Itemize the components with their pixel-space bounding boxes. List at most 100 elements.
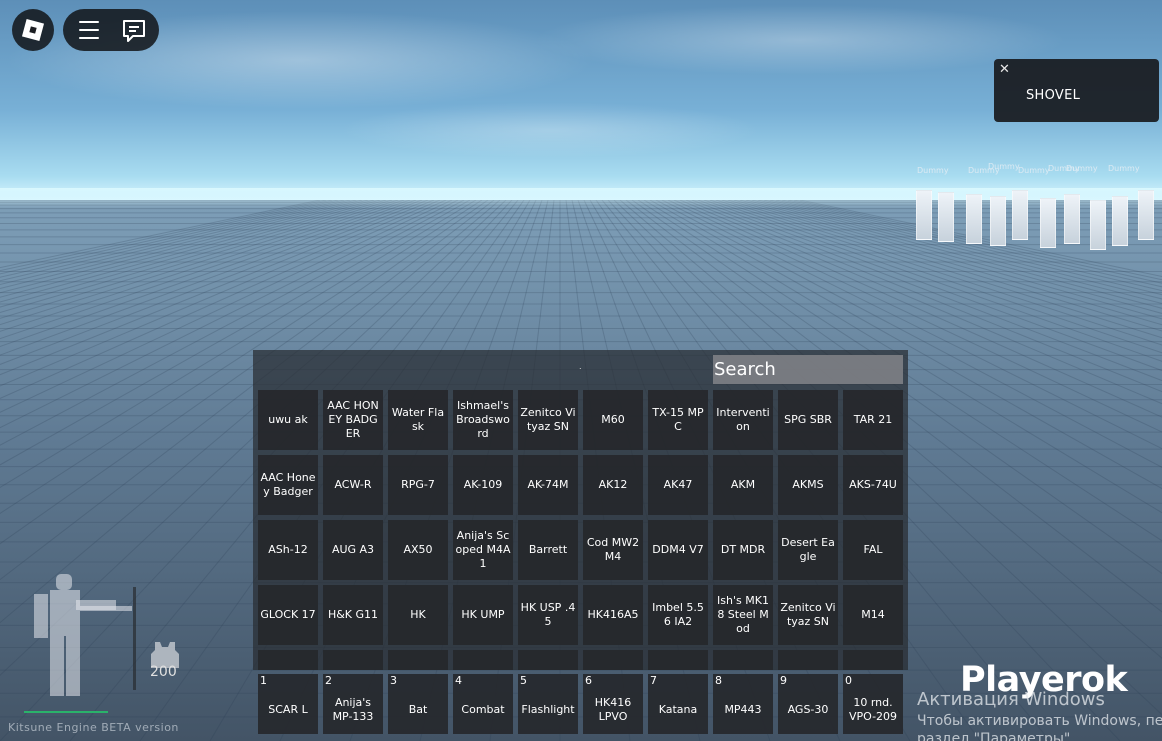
health-bar <box>133 587 136 690</box>
inventory-item[interactable]: HK <box>388 585 448 645</box>
inventory-item[interactable]: Cod MW2 M4 <box>583 520 643 580</box>
inventory-item[interactable]: AKS-74U <box>843 455 903 515</box>
inventory-item[interactable]: H&K G11 <box>323 585 383 645</box>
horizon-glow <box>0 188 1162 208</box>
dummy-name-label: Dummy <box>1066 164 1098 173</box>
inventory-item[interactable]: TX-15 MPC <box>648 390 708 450</box>
inventory-item[interactable]: Water Flask <box>388 390 448 450</box>
roblox-top-bar <box>63 9 159 51</box>
dummy-npc <box>990 196 1006 246</box>
dummy-name-label: Dummy <box>1018 166 1050 175</box>
inventory-item[interactable]: M60 <box>583 390 643 450</box>
hotbar-slot[interactable]: 7 Katana <box>648 674 708 734</box>
hotbar-slot[interactable]: 6 HK416 LPVO <box>583 674 643 734</box>
hotbar-slot[interactable]: 8 MP443 <box>713 674 773 734</box>
hotbar-slot-label: AGS-30 <box>787 703 829 716</box>
inventory-item[interactable]: AUG A3 <box>323 520 383 580</box>
inventory-item[interactable]: M14 <box>843 585 903 645</box>
dummy-npc <box>916 190 932 240</box>
inventory-item[interactable]: AAC HONEY BADGER <box>323 390 383 450</box>
inventory-item[interactable]: HK UMP <box>453 585 513 645</box>
armor-value: 200 <box>150 664 177 680</box>
inventory-panel: . Search uwu ak AAC HONEY BADGER Water Fla… <box>253 350 908 670</box>
hotbar-slot[interactable]: 0 10 rnd. VPO-209 <box>843 674 903 734</box>
inventory-item[interactable]: AK-109 <box>453 455 513 515</box>
item-notification: ✕ SHOVEL <box>994 59 1159 122</box>
inventory-item[interactable]: AX50 <box>388 520 448 580</box>
inventory-item-empty[interactable] <box>713 650 773 670</box>
hotbar-slot-key: 3 <box>390 674 397 687</box>
dummy-npc <box>1090 200 1106 250</box>
inventory-item-empty[interactable] <box>258 650 318 670</box>
hamburger-menu-icon[interactable] <box>79 21 99 39</box>
hotbar-slot[interactable]: 9 AGS-30 <box>778 674 838 734</box>
hotbar-slot-key: 4 <box>455 674 462 687</box>
hotbar-slot[interactable]: 4 Combat <box>453 674 513 734</box>
inventory-item[interactable]: HK416A5 <box>583 585 643 645</box>
inventory-item[interactable]: AKMS <box>778 455 838 515</box>
inventory-item[interactable]: RPG-7 <box>388 455 448 515</box>
inventory-item[interactable]: Imbel 5.56 IA2 <box>648 585 708 645</box>
dummy-name-label: Dummy <box>917 166 949 175</box>
inventory-item[interactable]: HK USP .45 <box>518 585 578 645</box>
inventory-item[interactable]: uwu ak <box>258 390 318 450</box>
inventory-item[interactable]: Desert Eagle <box>778 520 838 580</box>
inventory-item-empty[interactable] <box>843 650 903 670</box>
hotbar-slot-label: MP443 <box>724 703 762 716</box>
inventory-item-empty[interactable] <box>323 650 383 670</box>
hotbar-slot-label: 10 rnd. VPO-209 <box>848 696 898 723</box>
inventory-item[interactable]: DT MDR <box>713 520 773 580</box>
inventory-item-empty[interactable] <box>453 650 513 670</box>
inventory-item-empty[interactable] <box>778 650 838 670</box>
hotbar-slot-key: 5 <box>520 674 527 687</box>
inventory-item[interactable]: Intervention <box>713 390 773 450</box>
hotbar-slot-key: 1 <box>260 674 267 687</box>
inventory-item[interactable]: ASh-12 <box>258 520 318 580</box>
inventory-item[interactable]: AK47 <box>648 455 708 515</box>
inventory-item[interactable]: Ishmael's Broadsword <box>453 390 513 450</box>
health-indicator <box>24 711 108 713</box>
inventory-item[interactable]: Barrett <box>518 520 578 580</box>
hotbar-slot[interactable]: 3 Bat <box>388 674 448 734</box>
inventory-item[interactable]: AK-74M <box>518 455 578 515</box>
inventory-grid: uwu ak AAC HONEY BADGER Water Flask Ishmael… <box>258 390 903 670</box>
dummy-npc <box>1064 194 1080 244</box>
inventory-item[interactable]: GLOCK 17 <box>258 585 318 645</box>
inventory-item[interactable]: Ish's MK18 Steel Mod <box>713 585 773 645</box>
dummy-name-label: Dummy <box>988 162 1020 171</box>
inventory-item-empty[interactable] <box>388 650 448 670</box>
inventory-item[interactable]: SPG SBR <box>778 390 838 450</box>
avatar-silhouette <box>34 574 132 696</box>
search-input[interactable]: Search <box>713 355 903 384</box>
roblox-menu-button[interactable] <box>12 9 54 51</box>
inventory-item-empty[interactable] <box>648 650 708 670</box>
inventory-item[interactable]: AK12 <box>583 455 643 515</box>
inventory-item[interactable]: Zenitco Vityaz SN <box>778 585 838 645</box>
hotbar-slot-label: Katana <box>658 703 698 716</box>
hotbar-slot[interactable]: 5 Flashlight <box>518 674 578 734</box>
inventory-item-empty[interactable] <box>583 650 643 670</box>
hotbar-slot[interactable]: 1 SCAR L <box>258 674 318 734</box>
inventory-item[interactable]: ACW-R <box>323 455 383 515</box>
windows-activation-title: Активация Windows <box>917 689 1105 710</box>
hotbar-slot-label: SCAR L <box>268 703 308 716</box>
dummy-name-label: Dummy <box>1108 164 1140 173</box>
hotbar-slot-key: 0 <box>845 674 852 687</box>
dummy-npc <box>1040 198 1056 248</box>
chat-bubble-icon[interactable] <box>121 19 147 43</box>
dummy-npc <box>1012 190 1028 240</box>
hotbar-slot-key: 2 <box>325 674 332 687</box>
inventory-item[interactable]: FAL <box>843 520 903 580</box>
hotbar-slot-key: 9 <box>780 674 787 687</box>
hotbar-slot[interactable]: 2 Anija's MP-133 <box>323 674 383 734</box>
inventory-item-empty[interactable] <box>518 650 578 670</box>
inventory-item[interactable]: Zenitco Vityaz SN <box>518 390 578 450</box>
inventory-item[interactable]: AKM <box>713 455 773 515</box>
inventory-item[interactable]: AAC Honey Badger <box>258 455 318 515</box>
inventory-item[interactable]: DDM4 V7 <box>648 520 708 580</box>
inventory-item[interactable]: TAR 21 <box>843 390 903 450</box>
inventory-item[interactable]: Anija's Scoped M4A1 <box>453 520 513 580</box>
close-icon[interactable]: ✕ <box>999 62 1010 77</box>
hotbar-slot-label: HK416 LPVO <box>594 696 632 723</box>
engine-label: Kitsune Engine BETA version <box>8 721 179 734</box>
